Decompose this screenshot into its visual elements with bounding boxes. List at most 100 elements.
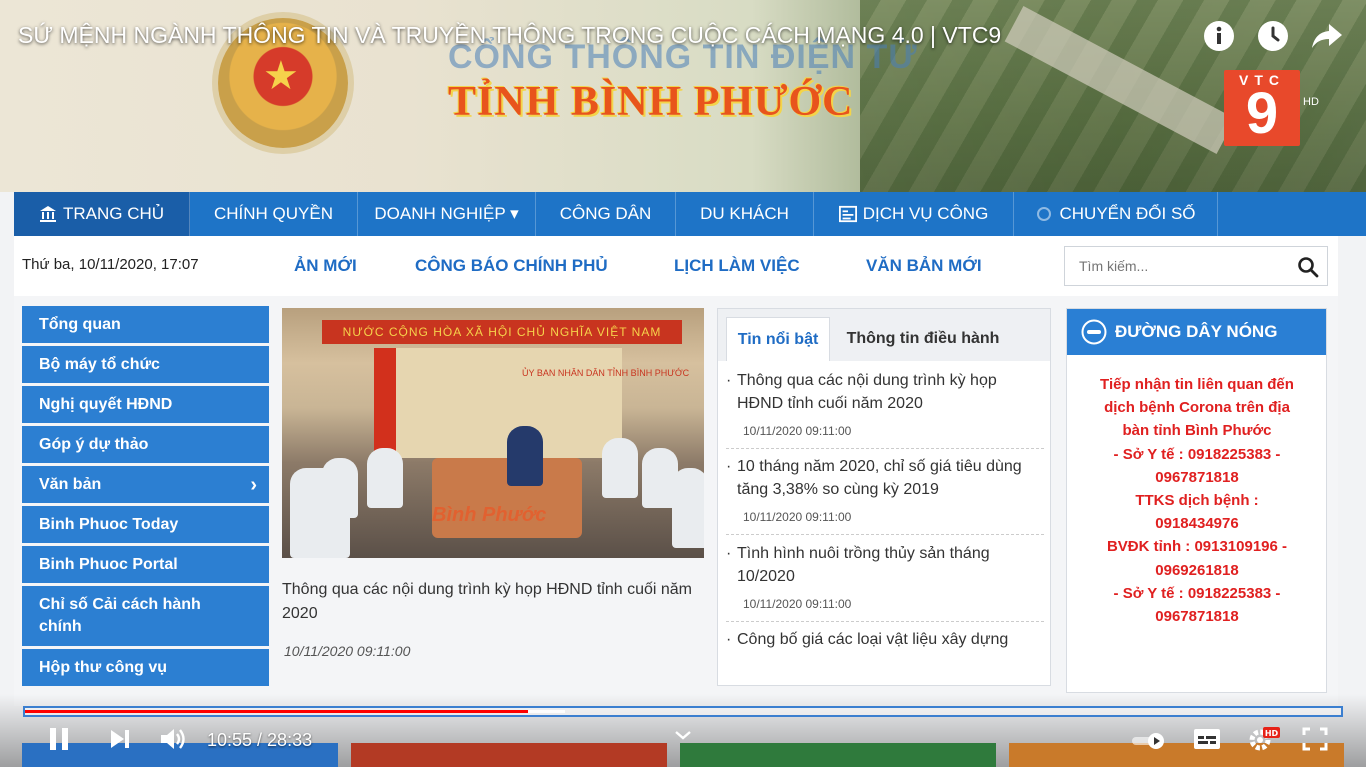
hotline-body: Tiếp nhận tin liên quan đến dịch bệnh Co… bbox=[1077, 373, 1317, 628]
news-item[interactable]: · Thông qua các nội dung trình kỳ họp HĐN… bbox=[726, 369, 1036, 415]
hotline-line: bàn tỉnh Bình Phước bbox=[1122, 422, 1272, 440]
pause-button[interactable] bbox=[44, 726, 74, 756]
main-nav: TRANG CHỦ CHÍNH QUYỀN DOANH NGHIỆP ▾ CÔN… bbox=[14, 192, 1366, 236]
thumbnail[interactable] bbox=[351, 743, 667, 767]
volume-icon bbox=[159, 727, 187, 756]
news-item[interactable]: · Tình hình nuôi trồng thủy sản tháng 10/… bbox=[726, 542, 1036, 588]
tab-thong-tin-dieu-hanh[interactable]: Thông tin điều hành bbox=[836, 317, 1010, 361]
nav-du-khach[interactable]: DU KHÁCH bbox=[676, 192, 814, 236]
featured-news-image[interactable]: NƯỚC CỘNG HÒA XÃ HỘI CHỦ NGHĨA VIỆT NAM … bbox=[282, 308, 704, 558]
sublink-van-ban-moi[interactable]: VĂN BẢN MỚI bbox=[866, 256, 982, 276]
tab-tin-noi-bat[interactable]: Tin nổi bật bbox=[726, 317, 830, 361]
sublink-cong-bao[interactable]: CÔNG BÁO CHÍNH PHỦ bbox=[415, 256, 608, 276]
image-person bbox=[602, 438, 638, 498]
service-icon bbox=[838, 205, 857, 223]
subtitles-button[interactable] bbox=[1192, 726, 1222, 756]
settings-icon: HD bbox=[1247, 725, 1281, 758]
news-item[interactable]: · Công bố giá các loại vật liệu xây dựng bbox=[726, 628, 1036, 651]
nav-label: DU KHÁCH bbox=[700, 204, 789, 223]
nav-label: DỊCH VỤ CÔNG bbox=[862, 204, 989, 223]
autoplay-toggle[interactable] bbox=[1128, 726, 1168, 756]
bullet: · bbox=[726, 631, 732, 648]
bullet: · bbox=[726, 458, 732, 475]
image-person bbox=[672, 468, 704, 548]
nav-label: CHÍNH QUYỀN bbox=[213, 204, 333, 223]
news-title: Thông qua các nội dung trình kỳ họp HĐND… bbox=[737, 372, 997, 412]
hotline-panel: ĐƯỜNG DÂY NÓNG Tiếp nhận tin liên quan đ… bbox=[1066, 308, 1327, 693]
sidebar-item-tong-quan[interactable]: Tổng quan bbox=[22, 306, 269, 343]
news-title: Tình hình nuôi trồng thủy sản tháng 10/2… bbox=[737, 545, 990, 585]
sub-header: Thứ ba, 10/11/2020, 17:07 ẢN MỚI CÔNG BÁ… bbox=[14, 236, 1338, 296]
news-time: 10/11/2020 09:11:00 bbox=[743, 424, 852, 438]
sidebar-item-label: Bộ máy tổ chức bbox=[39, 355, 160, 373]
sidebar-item-label: Tổng quan bbox=[39, 315, 121, 333]
sidebar-item-portal[interactable]: Binh Phuoc Portal bbox=[22, 546, 269, 583]
nav-label: CHUYỂN ĐỔI SỐ bbox=[1059, 204, 1196, 223]
news-item[interactable]: · 10 tháng năm 2020, chỉ số giá tiêu dùng… bbox=[726, 455, 1036, 501]
thumbnail[interactable] bbox=[680, 743, 996, 767]
settings-button[interactable]: HD bbox=[1246, 726, 1282, 756]
nav-trang-chu[interactable]: TRANG CHỦ bbox=[14, 192, 190, 236]
current-date: Thứ ba, 10/11/2020, 17:07 bbox=[22, 256, 199, 273]
nav-cong-dan[interactable]: CÔNG DÂN bbox=[536, 192, 676, 236]
image-person bbox=[367, 448, 403, 508]
featured-news-title[interactable]: Thông qua các nội dung trình kỳ họp HĐND… bbox=[282, 578, 702, 626]
sidebar-item-gop-y[interactable]: Góp ý dự thảo bbox=[22, 426, 269, 463]
share-icon[interactable] bbox=[1311, 20, 1343, 52]
hotline-line: - Sở Y tế : 0918225383 - bbox=[1113, 584, 1281, 602]
hotline-line: 0918434976 bbox=[1155, 515, 1239, 533]
phone-circle-icon bbox=[1081, 319, 1107, 345]
clock-icon[interactable] bbox=[1257, 20, 1289, 52]
search-icon[interactable] bbox=[1297, 256, 1319, 278]
pause-icon bbox=[47, 726, 71, 757]
sublink-lich-lam-viec[interactable]: LỊCH LÀM VIỆC bbox=[674, 256, 800, 276]
hotline-line: 0967871818 bbox=[1155, 608, 1239, 626]
next-button[interactable] bbox=[106, 726, 134, 756]
sublink-ban-moi[interactable]: ẢN MỚI bbox=[294, 256, 357, 276]
chevron-right-icon: › bbox=[250, 474, 257, 496]
nav-dich-vu-cong[interactable]: DỊCH VỤ CÔNG bbox=[814, 192, 1014, 236]
sidebar-item-label: Chỉ số Cải cách hành chính bbox=[39, 596, 201, 635]
subtitles-icon bbox=[1193, 728, 1221, 755]
search-input[interactable] bbox=[1065, 247, 1289, 285]
search-box bbox=[1064, 246, 1328, 286]
image-wall bbox=[382, 348, 622, 458]
progress-bar[interactable] bbox=[23, 706, 1343, 717]
sidebar-item-hop-thu[interactable]: Hộp thư công vụ bbox=[22, 649, 269, 686]
sidebar-item-label: Binh Phuoc Portal bbox=[39, 555, 178, 573]
news-title: 10 tháng năm 2020, chỉ số giá tiêu dùng … bbox=[737, 458, 1022, 498]
nav-label: DOANH NGHIỆP ▾ bbox=[374, 204, 519, 223]
sidebar-item-bo-may[interactable]: Bộ máy tổ chức bbox=[22, 346, 269, 383]
bullet: · bbox=[726, 545, 732, 562]
video-title[interactable]: SỨ MỆNH NGÀNH THÔNG TIN VÀ TRUYỀN THÔNG … bbox=[18, 22, 1001, 49]
divider bbox=[726, 448, 1044, 449]
fullscreen-icon bbox=[1302, 727, 1328, 756]
news-title: Công bố giá các loại vật liệu xây dựng bbox=[737, 631, 1009, 648]
image-watermark: Bình Phước bbox=[432, 504, 547, 526]
chevron-down-icon[interactable] bbox=[674, 728, 692, 746]
video-frame[interactable]: ★ CỔNG THÔNG TIN ĐIỆN TỬ TỈNH BÌNH PHƯỚC… bbox=[0, 0, 1366, 767]
nav-chinh-quyen[interactable]: CHÍNH QUYỀN bbox=[190, 192, 358, 236]
hotline-line: - Sở Y tế : 0918225383 - bbox=[1113, 445, 1281, 463]
circle-icon bbox=[1035, 205, 1053, 223]
divider bbox=[726, 621, 1044, 622]
featured-news-date: 10/11/2020 09:11:00 bbox=[284, 643, 411, 659]
nav-chuyen-doi-so[interactable]: CHUYỂN ĐỔI SỐ bbox=[1014, 192, 1218, 236]
volume-button[interactable] bbox=[158, 726, 188, 756]
info-icon[interactable] bbox=[1203, 20, 1235, 52]
sidebar-item-cai-cach[interactable]: Chỉ số Cải cách hành chính bbox=[22, 586, 269, 646]
fullscreen-button[interactable] bbox=[1300, 726, 1330, 756]
sidebar-item-nghi-quyet[interactable]: Nghị quyết HĐND bbox=[22, 386, 269, 423]
bank-icon bbox=[39, 205, 57, 223]
thumbnail[interactable] bbox=[1009, 743, 1344, 767]
hotline-line: 0967871818 bbox=[1155, 468, 1239, 486]
news-time: 10/11/2020 09:11:00 bbox=[743, 510, 852, 524]
news-time: 10/11/2020 09:11:00 bbox=[743, 597, 852, 611]
divider bbox=[726, 534, 1044, 535]
bullet: · bbox=[726, 372, 732, 389]
tab-bar: Tin nổi bật Thông tin điều hành bbox=[718, 309, 1050, 361]
nav-doanh-nghiep[interactable]: DOANH NGHIỆP ▾ bbox=[358, 192, 536, 236]
nav-label: CÔNG DÂN bbox=[559, 204, 652, 223]
sidebar-item-van-ban[interactable]: Văn bản › bbox=[22, 466, 269, 503]
sidebar-item-today[interactable]: Binh Phuoc Today bbox=[22, 506, 269, 543]
